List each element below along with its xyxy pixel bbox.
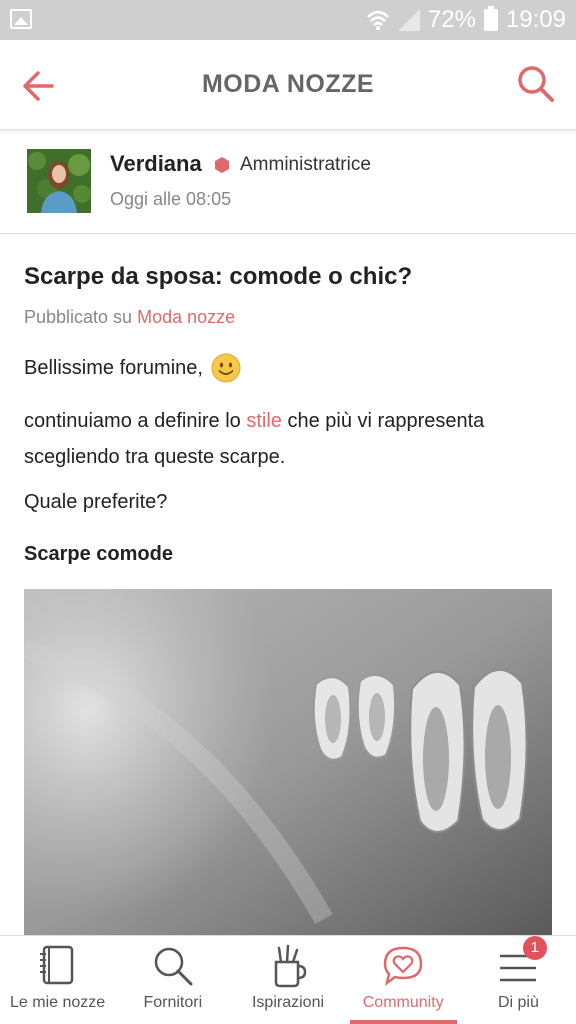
- greeting-text: Bellissime forumine,: [24, 356, 203, 379]
- published-line: Pubblicato su Moda nozze: [24, 307, 235, 328]
- nav-label: Fornitori: [143, 994, 203, 1011]
- page-title: MODA NOZZE: [201, 70, 375, 98]
- wifi-icon: [367, 10, 389, 30]
- keyword-link[interactable]: stile: [246, 410, 282, 432]
- notebook-icon: [39, 945, 73, 985]
- nav-label: Ispirazioni: [251, 994, 325, 1011]
- section-heading: Scarpe comode: [24, 543, 173, 565]
- nav-di-piu[interactable]: 1 Di più: [461, 936, 576, 1024]
- author-name[interactable]: Verdiana: [110, 151, 202, 177]
- pencil-cup-icon: [274, 944, 307, 988]
- admin-hexagon-icon: [215, 157, 229, 173]
- body-paragraph: continuiamo a definire lo stile che più …: [24, 403, 554, 475]
- published-prefix: Pubblicato su: [24, 307, 133, 327]
- bottom-nav: Le mie nozze Fornitori Ispirazioni Commu…: [0, 935, 576, 1024]
- author-block: Verdiana Amministratrice Oggi alle 08:05: [0, 131, 576, 234]
- nav-label: Di più: [497, 994, 539, 1011]
- search-button[interactable]: [514, 62, 558, 106]
- post-time: Oggi alle 08:05: [110, 189, 232, 209]
- smiley-emoji-icon: [211, 353, 241, 383]
- search-icon: [518, 66, 554, 102]
- app-header: MODA NOZZE: [0, 40, 576, 130]
- signal-icon: [397, 9, 420, 31]
- greeting-paragraph: Bellissime forumine,: [24, 353, 241, 383]
- nav-label: Community: [362, 994, 444, 1011]
- notification-badge: 1: [522, 936, 547, 960]
- shoes-photo[interactable]: [24, 589, 552, 935]
- post-title: Scarpe da sposa: comode o chic?: [24, 263, 413, 290]
- nav-community[interactable]: Community: [346, 936, 461, 1024]
- gallery-notification-icon: [10, 9, 32, 29]
- nav-fornitori[interactable]: Fornitori: [115, 936, 230, 1024]
- clock: 19:09: [505, 6, 566, 33]
- nav-le-mie-nozze[interactable]: Le mie nozze: [0, 936, 115, 1024]
- category-link[interactable]: Moda nozze: [137, 307, 235, 327]
- battery-percent: 72%: [427, 6, 476, 33]
- status-bar: 72% 19:09: [0, 0, 576, 40]
- body-before: continuiamo a definire lo: [24, 410, 241, 432]
- search-icon: [154, 947, 193, 986]
- avatar[interactable]: [27, 149, 91, 213]
- active-tab-indicator: [349, 1020, 457, 1024]
- question-paragraph: Quale preferite?: [24, 491, 168, 513]
- nav-ispirazioni[interactable]: Ispirazioni: [230, 936, 345, 1024]
- author-role: Amministratrice: [240, 154, 371, 175]
- status-indicators: 72% 19:09: [366, 0, 566, 40]
- heart-chat-icon: [383, 946, 423, 987]
- battery-icon: [483, 6, 498, 31]
- nav-label: Le mie nozze: [10, 994, 106, 1011]
